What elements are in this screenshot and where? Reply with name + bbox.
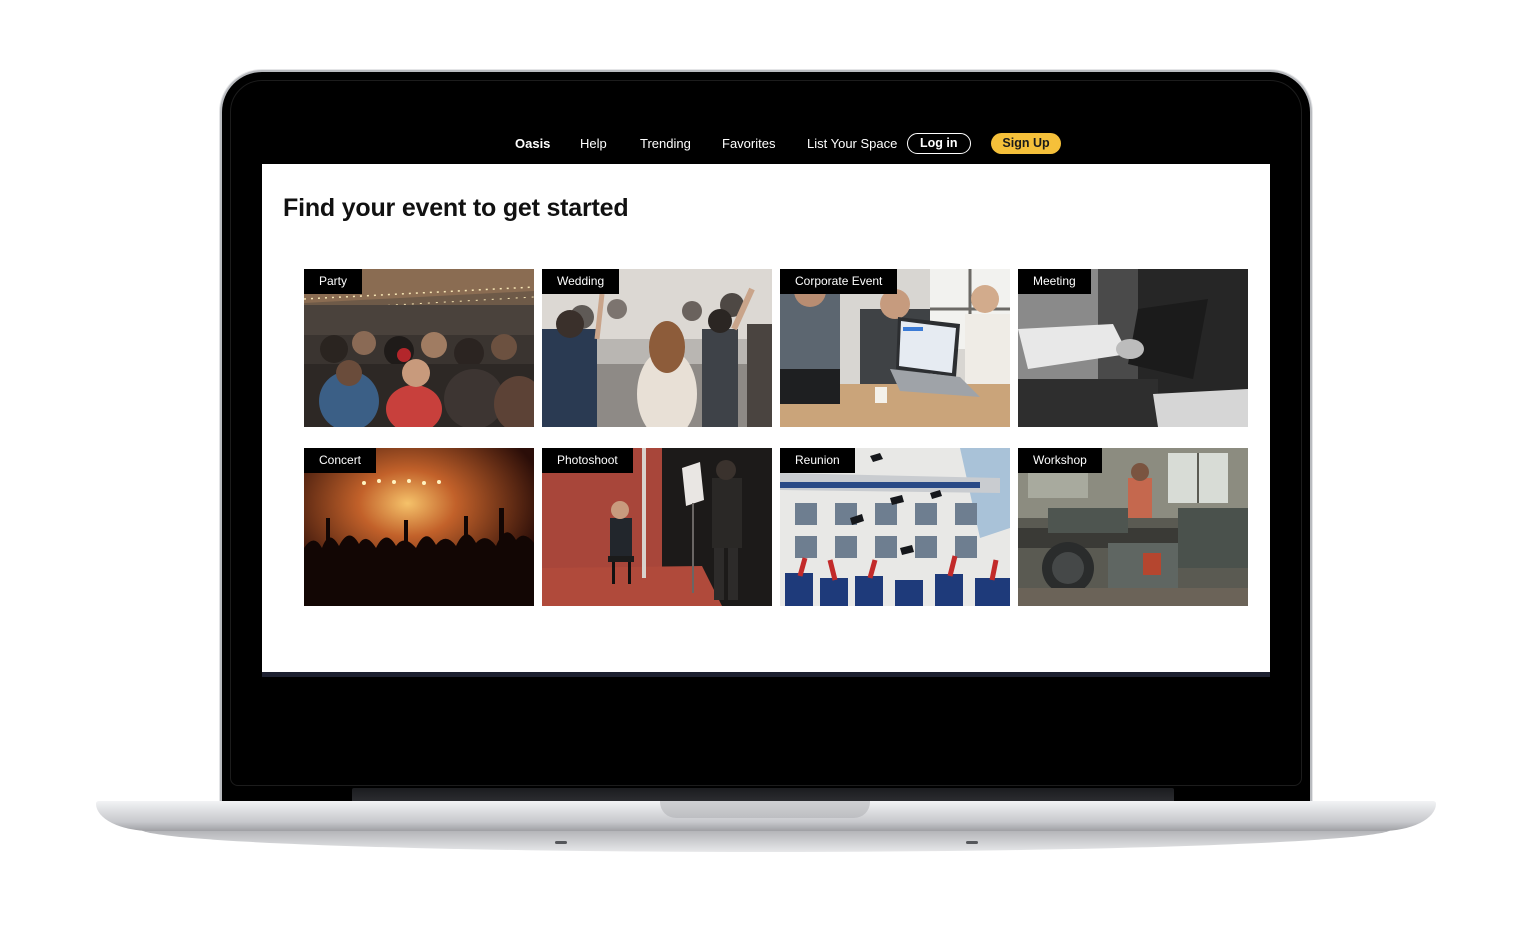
category-label: Wedding [542, 269, 620, 294]
category-card-reunion[interactable]: Reunion [780, 448, 1010, 606]
laptop-hinge [352, 788, 1174, 802]
category-label: Party [304, 269, 363, 294]
category-label: Photoshoot [542, 448, 633, 473]
category-card-corporate-event[interactable]: Corporate Event [780, 269, 1010, 427]
category-card-photoshoot[interactable]: Photoshoot [542, 448, 772, 606]
page-title: Find your event to get started [283, 194, 629, 222]
category-label: Meeting [1018, 269, 1091, 294]
category-card-wedding[interactable]: Wedding [542, 269, 772, 427]
category-card-meeting[interactable]: Meeting [1018, 269, 1248, 427]
category-label: Corporate Event [780, 269, 898, 294]
laptop-mockup: Oasis Help Trending Favorites List Your … [0, 0, 1518, 950]
category-label: Concert [304, 448, 377, 473]
category-card-concert[interactable]: Concert [304, 448, 534, 606]
category-card-workshop[interactable]: Workshop [1018, 448, 1248, 606]
nav-link-list-your-space[interactable]: List Your Space [807, 136, 897, 152]
trackpad-notch [660, 801, 870, 818]
login-button[interactable]: Log in [907, 133, 971, 154]
category-card-party[interactable]: Party [304, 269, 534, 427]
nav-link-trending[interactable]: Trending [640, 136, 691, 152]
nav-link-favorites[interactable]: Favorites [722, 136, 775, 152]
brand-link[interactable]: Oasis [515, 136, 550, 152]
top-nav: Oasis Help Trending Favorites List Your … [262, 128, 1270, 164]
page-footer-strip [262, 672, 1270, 677]
category-label: Reunion [780, 448, 855, 473]
nav-link-help[interactable]: Help [580, 136, 607, 152]
page-content: Find your event to get started Party Wed… [262, 164, 1270, 672]
laptop-foot-left [555, 841, 567, 844]
laptop-foot-right [966, 841, 978, 844]
category-label: Workshop [1018, 448, 1102, 473]
signup-button[interactable]: Sign Up [991, 133, 1061, 154]
